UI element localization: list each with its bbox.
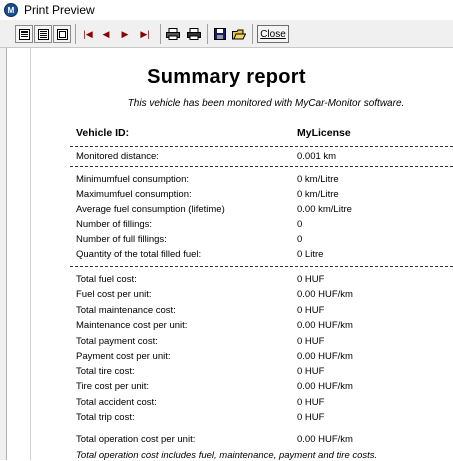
report-row-value: 0.00 HUF/km	[297, 320, 353, 331]
print-setup-button[interactable]	[165, 25, 181, 43]
report-row-label: Total tire cost:	[76, 366, 135, 377]
list-view-icon	[37, 28, 49, 40]
distance-label: Monitored distance:	[76, 151, 159, 162]
divider	[70, 266, 453, 267]
last-page-button[interactable]: ▶|	[137, 25, 153, 43]
report-row-value: 0 Litre	[297, 249, 324, 260]
open-icon	[232, 29, 246, 40]
next-page-button[interactable]: ▶	[117, 25, 133, 43]
first-page-icon: |◀	[83, 28, 93, 39]
report-row-value: 0 HUF	[297, 274, 325, 285]
last-page-icon: ▶|	[140, 28, 150, 39]
report-row-label: Total payment cost:	[76, 336, 158, 347]
toolbar-separator	[252, 24, 253, 44]
report-row-label: Fuel cost per unit:	[76, 289, 152, 300]
print-setup-icon	[166, 28, 180, 40]
vehicle-id-label: Vehicle ID:	[76, 127, 130, 139]
report-row-label: Number of fillings:	[76, 219, 153, 230]
report-row-value: 0 HUF	[297, 366, 325, 377]
report-row-value: 0 km/Litre	[297, 174, 339, 185]
vehicle-id-value: MyLicense	[297, 127, 351, 139]
fit-view-button[interactable]	[53, 25, 71, 43]
report-row-value: 0	[297, 234, 303, 245]
save-button[interactable]	[212, 25, 228, 43]
toolbar-separator	[75, 24, 76, 44]
operation-cost-note: Total operation cost includes fuel, main…	[76, 450, 378, 461]
divider	[70, 146, 453, 147]
window-title: Print Preview	[24, 3, 95, 17]
print-icon	[187, 28, 201, 40]
divider	[70, 166, 453, 167]
report-row-label: Maintenance cost per unit:	[76, 320, 188, 331]
operation-cost-label: Total operation cost per unit:	[76, 434, 196, 445]
report-row-value: 0 km/Litre	[297, 189, 339, 200]
report-row-label: Total fuel cost:	[76, 274, 137, 285]
report-row-label: Tire cost per unit:	[76, 381, 150, 392]
report-row-label: Payment cost per unit:	[76, 351, 171, 362]
report-row-value: 0 HUF	[297, 305, 325, 316]
fit-view-icon	[56, 28, 68, 40]
report-row-value: 0 HUF	[297, 397, 325, 408]
print-button[interactable]	[186, 25, 202, 43]
report-row-value: 0.00 HUF/km	[297, 289, 353, 300]
report-row-label: Quantity of the total filled fuel:	[76, 249, 202, 260]
operation-cost-value: 0.00 HUF/km	[297, 434, 353, 445]
report-row-label: Total trip cost:	[76, 412, 135, 423]
toolbar: |◀ ◀ ▶ ▶| Close	[0, 20, 453, 48]
report-row-value: 0 HUF	[297, 412, 325, 423]
open-button[interactable]	[231, 25, 247, 43]
page-view-button[interactable]	[15, 25, 33, 43]
save-icon	[214, 28, 226, 40]
report-row-label: Average fuel consumption (lifetime)	[76, 204, 225, 215]
app-icon: M	[4, 3, 18, 17]
page-margin-line	[30, 48, 31, 460]
report-row-label: Minimumfuel consumption:	[76, 174, 189, 185]
close-button[interactable]: Close	[257, 25, 289, 43]
first-page-button[interactable]: |◀	[80, 25, 96, 43]
title-bar: M Print Preview	[0, 0, 453, 20]
report-row-value: 0.00 HUF/km	[297, 381, 353, 392]
report-row-value: 0.00 HUF/km	[297, 351, 353, 362]
toolbar-separator	[207, 24, 208, 44]
toolbar-separator	[160, 24, 161, 44]
report-row-value: 0	[297, 219, 303, 230]
report-row-label: Total accident cost:	[76, 397, 157, 408]
list-view-button[interactable]	[34, 25, 52, 43]
report-row-value: 0.00 km/Litre	[297, 204, 352, 215]
prev-page-button[interactable]: ◀	[98, 25, 114, 43]
distance-value: 0.001 km	[297, 151, 337, 162]
page-view-icon	[18, 28, 30, 40]
report-row-label: Maximumfuel consumption:	[76, 189, 192, 200]
report-subtitle: This vehicle has been monitored with MyC…	[127, 98, 405, 109]
report-row-label: Total maintenance cost:	[76, 305, 176, 316]
report-row-value: 0 HUF	[297, 336, 325, 347]
report-row-label: Number of full fillings:	[76, 234, 167, 245]
report-title: Summary report	[147, 66, 306, 88]
report-page[interactable]	[6, 48, 453, 460]
next-page-icon: ▶	[121, 28, 129, 39]
prev-page-icon: ◀	[102, 28, 110, 39]
